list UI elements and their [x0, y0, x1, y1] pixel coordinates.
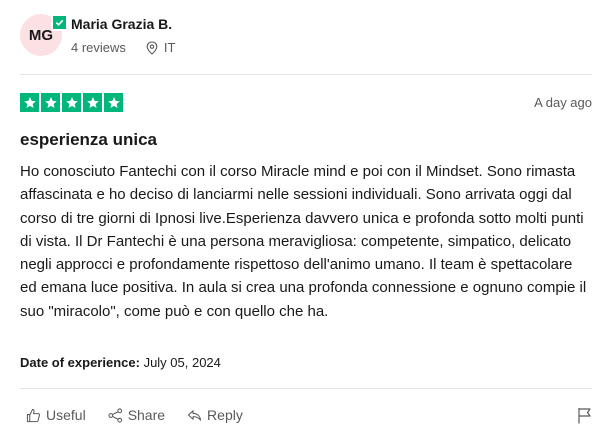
review-body: Ho conosciuto Fantechi con il corso Mira… — [20, 163, 587, 320]
date-of-experience: Date of experience: July 05, 2024 — [20, 355, 221, 370]
useful-label: Useful — [46, 407, 86, 423]
share-icon — [108, 407, 122, 423]
review-actions: Useful Share Reply — [26, 407, 265, 423]
reviewer-name[interactable]: Maria Grazia B. — [71, 16, 172, 32]
divider — [20, 388, 592, 389]
star-icon — [62, 93, 81, 112]
share-label: Share — [127, 407, 166, 423]
star-icon — [83, 93, 102, 112]
star-icon — [41, 93, 60, 112]
useful-button[interactable]: Useful — [26, 407, 86, 423]
star-icon — [104, 93, 123, 112]
review-title[interactable]: esperienza unica — [20, 130, 157, 150]
reply-label: Reply — [207, 407, 243, 423]
location-pin-icon — [146, 40, 158, 55]
share-button[interactable]: Share — [108, 407, 165, 423]
experience-date: July 05, 2024 — [143, 355, 221, 370]
divider — [20, 74, 592, 75]
star-icon — [20, 93, 39, 112]
reply-button[interactable]: Reply — [187, 407, 243, 423]
thumbs-up-icon — [26, 408, 40, 422]
experience-label: Date of experience: — [20, 355, 140, 370]
reply-icon — [187, 409, 202, 421]
star-rating — [20, 93, 123, 112]
reviewer-header: MG Maria Grazia B. 4 reviews IT — [20, 14, 600, 64]
reviewer-country: IT — [163, 40, 176, 55]
review-date: A day ago — [534, 95, 592, 110]
reviewer-meta: 4 reviews IT — [71, 40, 175, 55]
avatar-initials: MG — [28, 26, 54, 44]
verified-badge-icon — [51, 14, 68, 31]
review-count: 4 reviews — [71, 40, 126, 55]
report-flag-icon[interactable] — [577, 407, 592, 429]
